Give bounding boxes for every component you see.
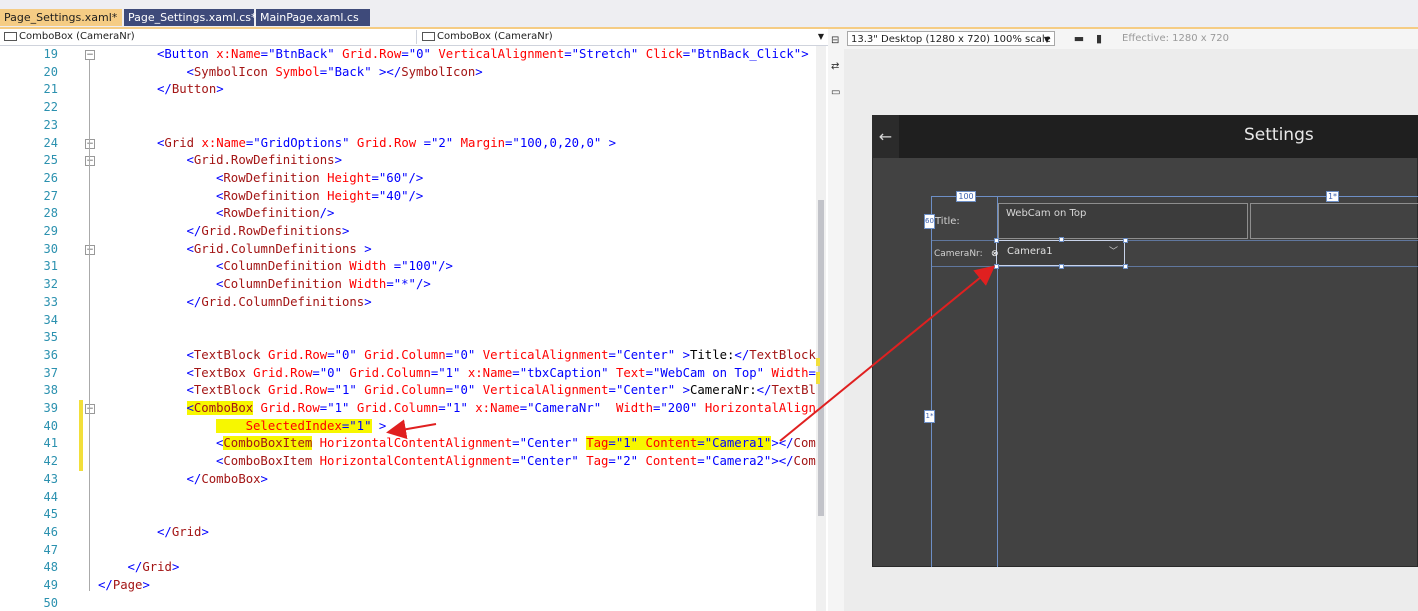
annotation-arrow bbox=[779, 265, 996, 442]
annotation-overlay bbox=[386, 265, 996, 442]
annotation-arrow bbox=[386, 419, 437, 440]
